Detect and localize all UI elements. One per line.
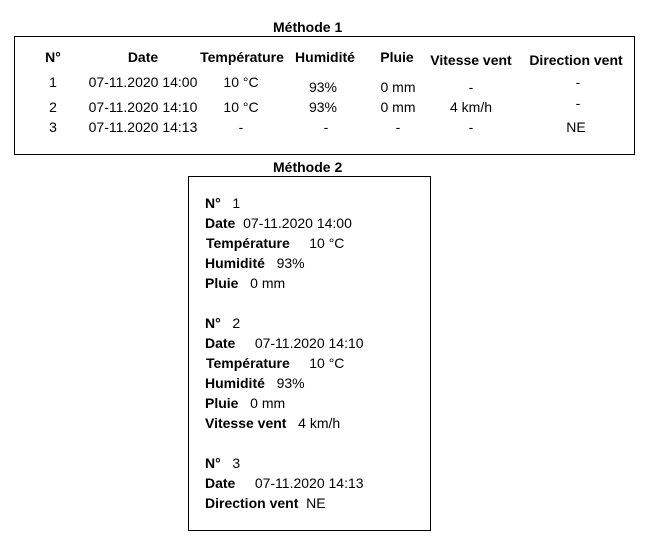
table-cell: - — [323, 119, 329, 135]
table-cell: 07-11.2020 14:13 — [88, 119, 198, 135]
table-cell: - — [575, 95, 581, 111]
field-label: Température — [206, 235, 290, 251]
record-field: Pluie 0 mm — [205, 275, 285, 291]
field-value: 93% — [276, 375, 305, 391]
field-label: Vitesse vent — [205, 415, 287, 431]
method1-title: Méthode 1 — [273, 19, 343, 35]
field-value: 07-11.2020 14:10 — [254, 335, 364, 351]
field-value: 2 — [232, 315, 241, 331]
field-label: Humidité — [205, 255, 265, 271]
table-cell: 93% — [308, 99, 338, 115]
field-value: 0 mm — [250, 275, 286, 291]
header-wind-direction: Direction vent — [529, 52, 623, 68]
table-cell: 0 mm — [380, 79, 416, 95]
field-label: N° — [205, 315, 221, 331]
field-label: N° — [205, 195, 221, 211]
method2-records: N° 1 Date 07-11.2020 14:00 Température 1… — [188, 176, 431, 531]
field-value: 07-11.2020 14:13 — [254, 475, 364, 491]
field-label: Pluie — [205, 275, 239, 291]
field-value: 4 km/h — [298, 415, 341, 431]
table-cell: - — [468, 119, 474, 135]
field-label: Date — [205, 475, 236, 491]
table-cell: NE — [566, 119, 586, 135]
table-cell: - — [575, 74, 581, 90]
field-value: 10 °C — [309, 355, 345, 371]
header-rain: Pluie — [380, 49, 414, 65]
table-cell: 93% — [308, 79, 338, 95]
table-cell: 0 mm — [380, 99, 416, 115]
table-cell: 1 — [49, 74, 57, 90]
table-cell: 2 — [49, 99, 57, 115]
record-field: Date 07-11.2020 14:10 — [205, 335, 364, 351]
header-no: N° — [45, 49, 61, 65]
record-field: N° 2 — [205, 315, 240, 331]
record-field: Température 10 °C — [206, 235, 344, 251]
table-cell: - — [468, 79, 474, 95]
header-date: Date — [127, 49, 159, 65]
record-field: Direction vent NE — [205, 495, 326, 511]
record-field: N° 3 — [205, 455, 240, 471]
method1-table: N° Date Température Humidité Pluie Vites… — [14, 36, 635, 155]
record-field: Humidité 93% — [205, 375, 305, 391]
field-value: 1 — [232, 195, 241, 211]
record-field: Humidité 93% — [205, 255, 305, 271]
record-field: N° 1 — [205, 195, 240, 211]
table-cell: 3 — [49, 119, 57, 135]
field-value: 93% — [276, 255, 305, 271]
table-cell: 10 °C — [223, 74, 259, 90]
table-cell: 07-11.2020 14:10 — [88, 99, 198, 115]
field-label: Humidité — [205, 375, 265, 391]
table-cell: 07-11.2020 14:00 — [88, 74, 198, 90]
table-cell: - — [395, 119, 401, 135]
field-value: 3 — [232, 455, 241, 471]
field-label: Température — [206, 355, 290, 371]
field-label: Direction vent — [205, 495, 299, 511]
record-field: Température 10 °C — [206, 355, 344, 371]
header-temperature: Température — [200, 49, 284, 65]
field-value: 07-11.2020 14:00 — [243, 215, 352, 231]
field-label: Date — [205, 215, 236, 231]
field-label: Date — [205, 335, 236, 351]
record-field: Pluie 0 mm — [205, 395, 285, 411]
field-label: N° — [205, 455, 221, 471]
record-field: Date 07-11.2020 14:00 — [205, 215, 352, 231]
field-value: 0 mm — [250, 395, 286, 411]
table-cell: 10 °C — [223, 99, 259, 115]
table-cell: 4 km/h — [449, 99, 493, 115]
field-value: 10 °C — [309, 235, 345, 251]
header-wind-speed: Vitesse vent — [430, 52, 512, 68]
header-humidity: Humidité — [295, 49, 355, 65]
field-label: Pluie — [205, 395, 239, 411]
record-field: Vitesse vent 4 km/h — [205, 415, 340, 431]
method2-title: Méthode 2 — [273, 159, 343, 175]
table-cell: - — [238, 119, 244, 135]
record-field: Date 07-11.2020 14:13 — [205, 475, 364, 491]
field-value: NE — [306, 495, 326, 511]
